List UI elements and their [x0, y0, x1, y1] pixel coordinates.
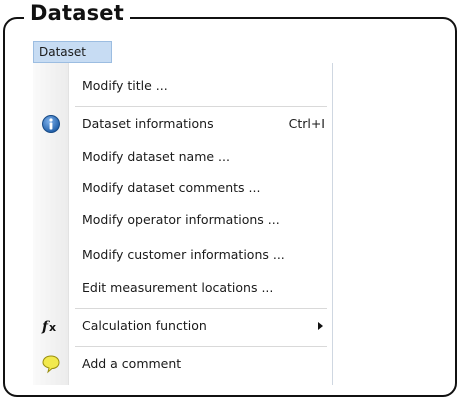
menu-item-label: Edit measurement locations ... [82, 280, 274, 295]
menu-item-label: Add a comment [82, 356, 182, 371]
menu-item-label: Modify dataset comments ... [82, 180, 261, 195]
menu-item-modify-dataset-name[interactable]: Modify dataset name ... [33, 142, 333, 172]
menu-separator [75, 106, 327, 107]
menu-item-label: Modify customer informations ... [82, 247, 285, 262]
menu-item-label: Modify title ... [82, 78, 168, 93]
menu-item-label: Modify operator informations ... [82, 212, 280, 227]
menu-item-modify-operator-informations[interactable]: Modify operator informations ... [33, 205, 333, 235]
menu-item-add-a-comment[interactable]: Add a comment [33, 349, 333, 379]
submenu-arrow-icon [318, 322, 323, 330]
menu-item-label: Modify dataset name ... [82, 149, 230, 164]
menu-separator [75, 308, 327, 309]
menu-item-dataset-informations[interactable]: Dataset informations Ctrl+I [33, 109, 333, 139]
menu-item-modify-customer-informations[interactable]: Modify customer informations ... [33, 240, 333, 270]
svg-text:x: x [49, 321, 56, 334]
menu-item-shortcut: Ctrl+I [288, 116, 325, 131]
menu-item-label: Dataset informations [82, 116, 214, 131]
menu-item-calculation-function[interactable]: f x Calculation function [33, 311, 333, 341]
info-icon [41, 114, 61, 134]
function-icon: f x [41, 316, 61, 336]
menu-separator [75, 346, 327, 347]
menu-item-label: Calculation function [82, 318, 207, 333]
menu-item-modify-title[interactable]: Modify title ... [33, 71, 333, 101]
menu-item-edit-measurement-locations[interactable]: Edit measurement locations ... [33, 273, 333, 303]
menu-item-modify-dataset-comments[interactable]: Modify dataset comments ... [33, 173, 333, 203]
dataset-dropdown-menu: Modify title ... Dataset informations Ct… [33, 63, 333, 385]
menubar-dataset[interactable]: Dataset [33, 41, 112, 63]
frame-title: Dataset [24, 0, 130, 26]
comment-bubble-icon [41, 354, 61, 374]
